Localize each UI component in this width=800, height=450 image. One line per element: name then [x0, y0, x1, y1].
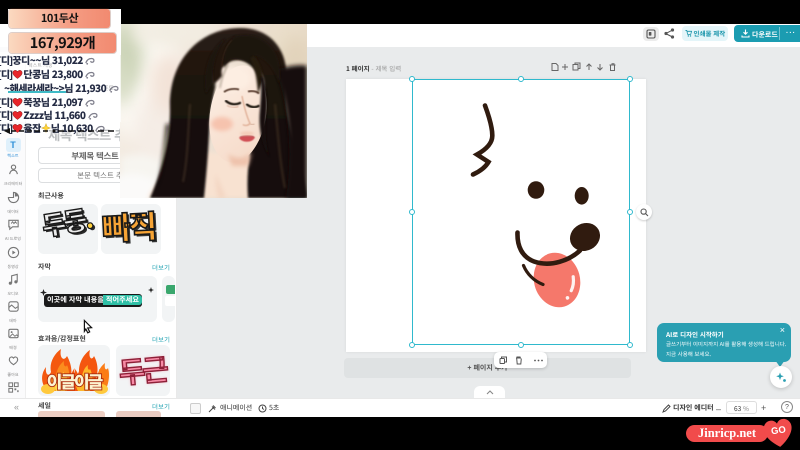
svg-text:GO: GO	[770, 424, 786, 437]
svg-text:이글이글: 이글이글	[47, 368, 104, 393]
